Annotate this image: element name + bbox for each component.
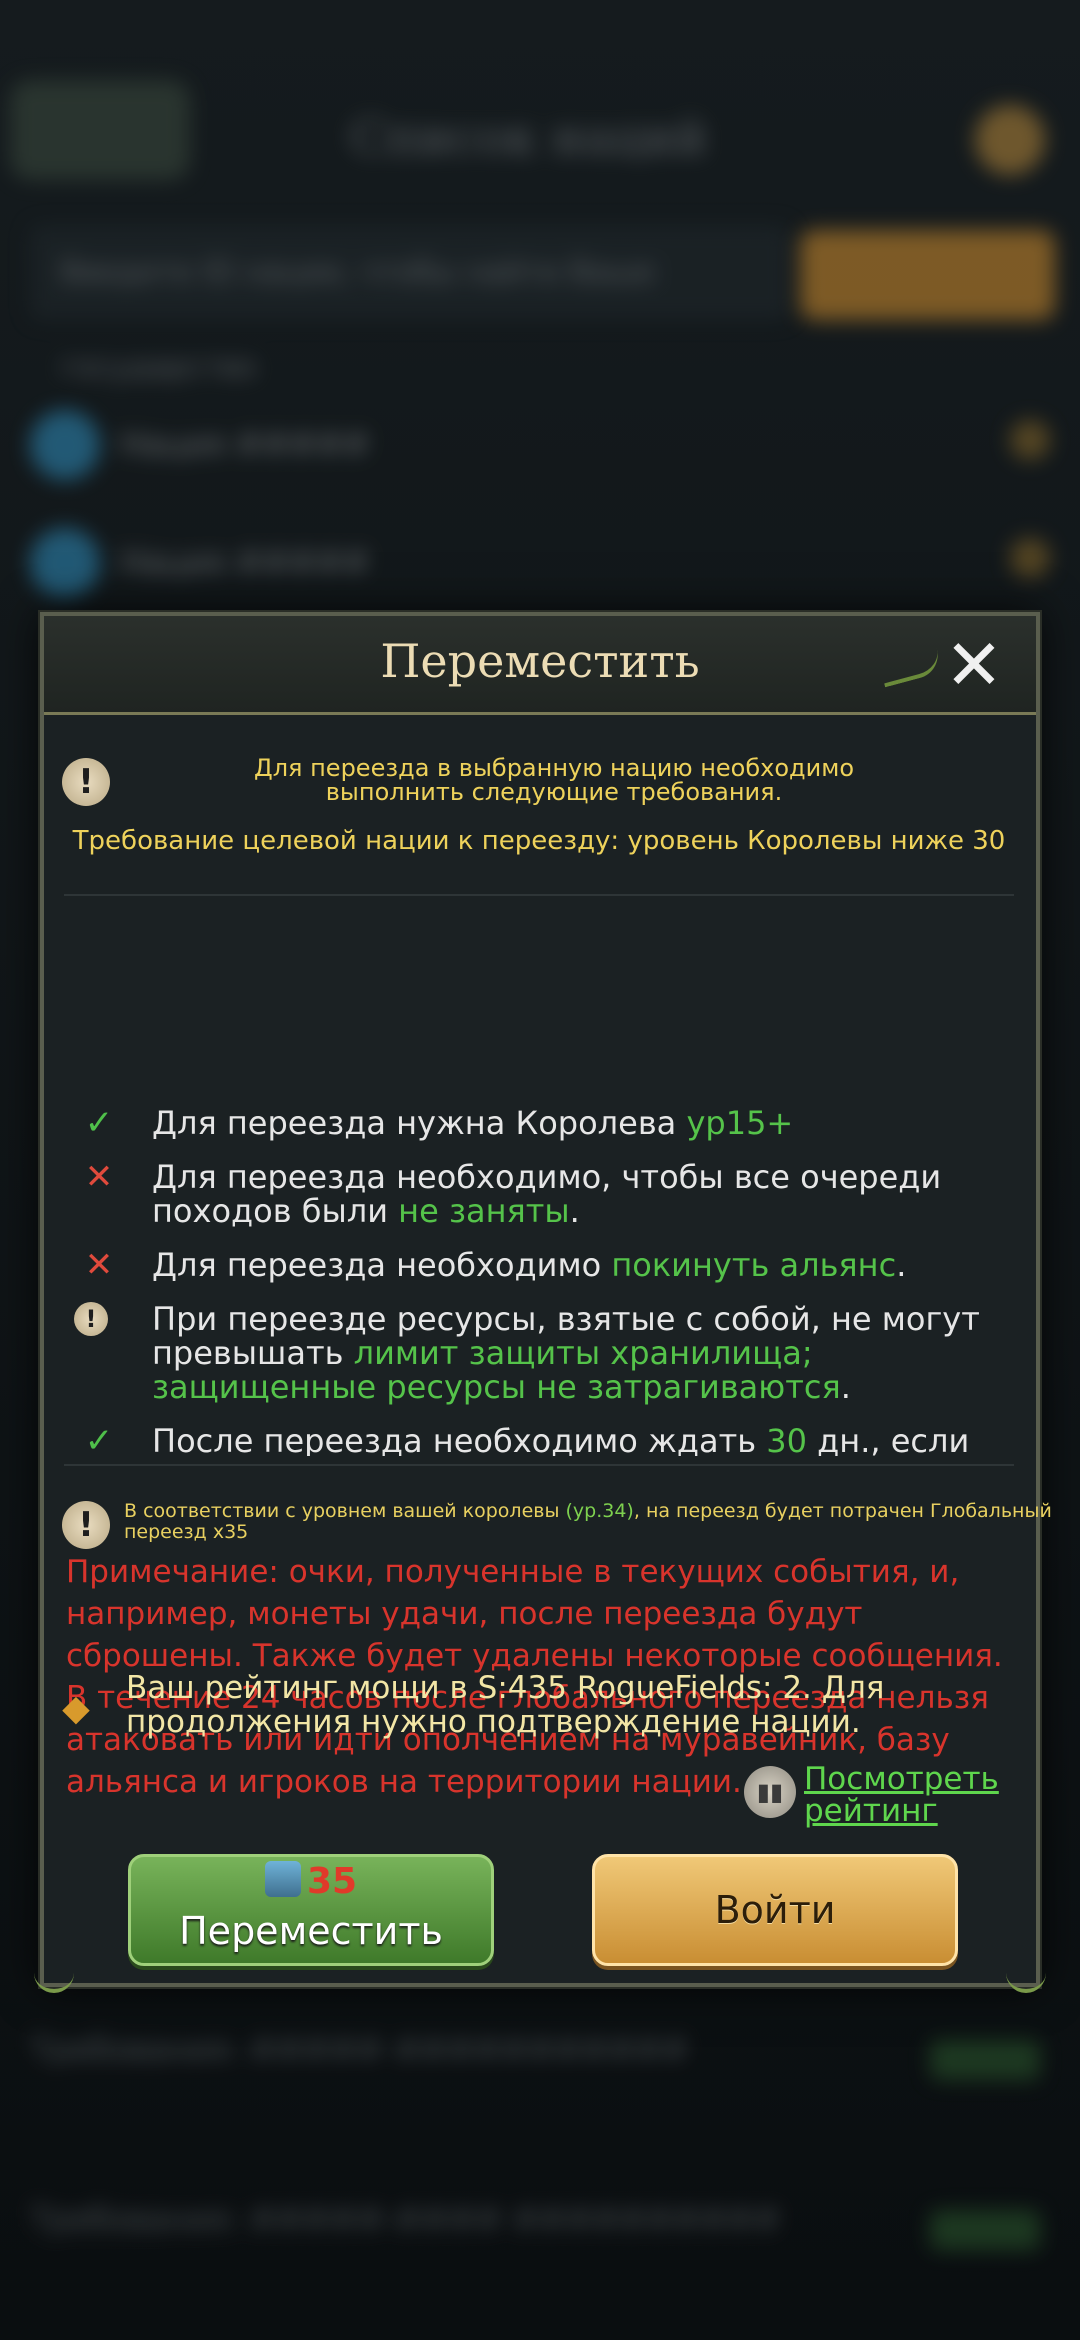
background-title: Список наций [350, 110, 708, 166]
background-row: Нация ##### [30, 400, 1050, 490]
back-button [10, 80, 190, 180]
view-rating-link[interactable]: Посмотреть рейтинг [804, 1763, 1014, 1827]
list-item: ✓ После переезда необходимо ждать 30 дн.… [74, 1424, 1014, 1456]
background-bottom-row: Требования: #####-#### ########## [30, 2200, 1050, 2280]
divider [64, 894, 1014, 896]
requirement-highlight: покинуть альянс [611, 1246, 897, 1284]
target-requirement: Требование целевой нации к переезду: уро… [72, 826, 1006, 856]
move-cost-value: 35 [306, 1861, 358, 1902]
global-note-prefix: В соответствии с уровнем вашей королевы [124, 1500, 566, 1522]
check-icon: ✓ [84, 1421, 114, 1456]
background-green-tag [930, 2040, 1040, 2080]
relocate-dialog: Переместить ✕ ! Для переезда в выбранную… [34, 612, 1052, 1993]
exclamation-icon: ! [62, 758, 110, 806]
exclamation-icon: ! [62, 1501, 110, 1549]
requirement-text: После переезда необходимо ждать [152, 1422, 767, 1456]
background-bottom-label: Требования: ##### ########### [30, 2030, 689, 2068]
requirement-suffix: дн., если [806, 1422, 970, 1456]
background-search: Введите ID нации, чтобы найти Ваше госуд… [30, 225, 790, 385]
check-icon: ✓ [84, 1106, 114, 1143]
requirement-highlight: ур15+ [686, 1106, 794, 1142]
star-icon [1010, 420, 1050, 460]
globe-icon [30, 528, 100, 598]
close-button[interactable]: ✕ [932, 626, 1016, 704]
requirement-suffix: . [569, 1192, 580, 1230]
cross-icon: ✕ [84, 1245, 114, 1285]
enter-button[interactable]: Войти [592, 1854, 958, 1966]
rating-chart-icon[interactable]: ▮▮ [744, 1766, 796, 1818]
requirement-text: Для переезда необходимо [152, 1246, 612, 1284]
exclamation-icon: ! [74, 1302, 108, 1336]
requirement-highlight: не заняты [398, 1192, 570, 1230]
move-button-label: Переместить [179, 1909, 443, 1953]
list-item: ! При переезде ресурсы, взятые с собой, … [74, 1302, 1014, 1404]
star-icon [1010, 538, 1050, 578]
avatar [975, 105, 1045, 175]
list-item: ✕ Для переезда необходимо покинуть альян… [74, 1248, 1014, 1282]
globe-icon [30, 410, 100, 480]
background-search-button [800, 230, 1055, 320]
background-bottom-row: Требования: ##### ########### [30, 2030, 1050, 2110]
move-button[interactable]: 35 Переместить [128, 1854, 494, 1966]
requirement-highlight: 30 [766, 1422, 807, 1456]
requirements-list[interactable]: ✓ Для переезда нужна Королева ур15+ ✕ Дл… [74, 1106, 1014, 1456]
cross-icon: ✕ [84, 1157, 114, 1197]
divider [64, 1464, 1014, 1466]
background-row: Нация ##### [30, 518, 1050, 608]
background-bottom-label: Требования: #####-#### ########## [30, 2200, 781, 2238]
requirement-text: Для переезда нужна Королева [152, 1106, 687, 1142]
power-rating-text: Ваш рейтинг мощи в S:435 RogueFields: 2.… [126, 1670, 885, 1740]
dialog-header: Переместить ✕ [44, 616, 1036, 715]
requirement-suffix: . [896, 1246, 907, 1284]
diamond-warning-icon: ◆ [62, 1688, 90, 1729]
background-row-label: Нация ##### [120, 543, 370, 581]
requirements-intro: Для переезда в выбранную нацию необходим… [253, 754, 855, 806]
list-item: ✓ Для переезда нужна Королева ур15+ [74, 1106, 1014, 1140]
background-green-tag [930, 2210, 1040, 2250]
close-icon: ✕ [944, 624, 1004, 706]
enter-button-label: Войти [714, 1888, 836, 1932]
list-item: ✕ Для переезда необходимо, чтобы все оче… [74, 1160, 1014, 1228]
global-move-note: В соответствии с уровнем вашей королевы … [124, 1501, 1080, 1543]
global-note-level: (ур.34) [565, 1500, 634, 1522]
requirement-suffix: . [840, 1368, 851, 1406]
move-cost: 35 [131, 1861, 491, 1902]
background-row-label: Нация ##### [120, 425, 370, 463]
global-move-icon [264, 1861, 301, 1897]
